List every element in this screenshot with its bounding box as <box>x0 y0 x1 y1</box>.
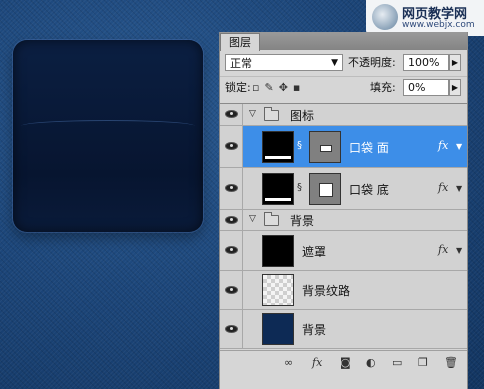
watermark-url: www.webjx.com <box>402 20 475 30</box>
blend-mode-select[interactable]: 正常 ▼ <box>225 54 343 71</box>
expand-effects-icon[interactable]: ▼ <box>456 246 462 255</box>
link-layers-icon[interactable]: ∞ <box>284 356 293 369</box>
layer-group-icons[interactable]: ▽ 图标 <box>220 104 467 126</box>
eye-icon[interactable] <box>225 184 238 192</box>
panel-tabbar: 图层 <box>220 32 467 51</box>
layer-background[interactable]: 背景 <box>220 310 467 349</box>
move-icon[interactable]: ✥ <box>279 81 293 94</box>
eye-icon[interactable] <box>225 216 238 224</box>
new-layer-icon[interactable]: ❐ <box>418 356 428 369</box>
triangle-down-icon[interactable]: ▽ <box>249 109 256 119</box>
new-group-icon[interactable]: ▭ <box>392 356 402 369</box>
layer-overlay-mask[interactable]: 遮罩 fx ▼ <box>220 231 467 271</box>
eye-cell <box>220 310 243 348</box>
blend-mode-value: 正常 <box>230 57 252 70</box>
eye-cell <box>220 231 243 270</box>
eye-cell <box>220 271 243 309</box>
eye-icon[interactable] <box>225 142 238 150</box>
layers-panel: 图层 正常 ▼ 不透明度: 100% ▶ 锁定: ▫✎✥▪ 填充: 0% ▶ ▽… <box>219 32 468 389</box>
layer-background-texture[interactable]: 背景纹路 <box>220 271 467 310</box>
layer-thumbnail <box>262 173 294 205</box>
blend-row: 正常 ▼ 不透明度: 100% ▶ <box>220 52 467 74</box>
tab-layers[interactable]: 图层 <box>220 33 260 51</box>
opacity-slider-button[interactable]: ▶ <box>449 54 461 71</box>
eye-cell <box>220 168 243 209</box>
layer-name: 图标 <box>290 109 315 123</box>
eye-icon[interactable] <box>225 110 238 118</box>
layer-name: 口袋 底 <box>349 183 389 197</box>
layer-mask-thumbnail[interactable] <box>309 173 341 205</box>
layer-name: 口袋 面 <box>349 141 389 155</box>
layers-bottom-bar: ∞ fx ◙ ◐ ▭ ❐ 🗑 <box>220 350 467 375</box>
layer-name: 背景 <box>290 214 315 228</box>
chain-link-icon[interactable]: § <box>297 140 302 151</box>
folder-icon <box>264 107 279 121</box>
chevron-down-icon: ▼ <box>331 58 338 68</box>
eye-cell <box>220 210 243 230</box>
fx-icon[interactable]: fx <box>438 243 448 256</box>
eye-cell <box>220 126 243 167</box>
pocket-seam <box>21 120 195 135</box>
chain-link-icon[interactable]: § <box>297 182 302 193</box>
lock-row: 锁定: ▫✎✥▪ 填充: 0% ▶ <box>220 76 467 99</box>
layer-name: 背景 <box>302 323 327 337</box>
layer-mask-thumbnail[interactable] <box>309 131 341 163</box>
layer-pocket-face[interactable]: § 口袋 面 fx ▼ <box>220 126 467 168</box>
layer-name: 背景纹路 <box>302 284 351 298</box>
watermark: 网页教学网 www.webjx.com <box>366 0 484 36</box>
lock-icons[interactable]: ▫✎✥▪ <box>252 81 305 94</box>
layer-name: 遮罩 <box>302 245 327 259</box>
delete-icon[interactable]: 🗑 <box>444 356 458 369</box>
layer-thumbnail-transparent <box>262 274 294 306</box>
adjustment-icon[interactable]: ◐ <box>366 356 376 369</box>
opacity-label: 不透明度: <box>348 56 396 69</box>
lock-label: 锁定: <box>225 81 251 94</box>
layer-thumbnail <box>262 131 294 163</box>
folder-icon <box>264 212 279 226</box>
lock-transparent-icon[interactable]: ▫ <box>252 81 264 94</box>
add-style-icon[interactable]: fx <box>312 356 322 369</box>
watermark-logo-icon <box>372 4 398 30</box>
fill-slider-button[interactable]: ▶ <box>449 79 461 96</box>
expand-effects-icon[interactable]: ▼ <box>456 184 462 193</box>
pocket-icon-canvas <box>13 40 203 232</box>
eye-icon[interactable] <box>225 246 238 254</box>
layer-pocket-base[interactable]: § 口袋 底 fx ▼ <box>220 168 467 210</box>
layer-group-background[interactable]: ▽ 背景 <box>220 210 467 231</box>
add-mask-icon[interactable]: ◙ <box>340 356 351 369</box>
layer-thumbnail <box>262 313 294 345</box>
fill-input[interactable]: 0% <box>403 79 449 96</box>
eye-icon[interactable] <box>225 325 238 333</box>
opacity-input[interactable]: 100% <box>403 54 449 71</box>
lock-icon[interactable]: ▪ <box>293 81 305 94</box>
expand-effects-icon[interactable]: ▼ <box>456 142 462 151</box>
fx-icon[interactable]: fx <box>438 181 448 194</box>
eye-cell <box>220 104 243 125</box>
fill-label: 填充: <box>370 81 396 94</box>
triangle-down-icon[interactable]: ▽ <box>249 214 256 224</box>
layer-thumbnail <box>262 235 294 267</box>
layers-list: ▽ 图标 § 口袋 面 fx ▼ § 口袋 底 fx ▼ ▽ 背景 遮罩 fx … <box>220 103 467 349</box>
brush-icon[interactable]: ✎ <box>264 81 278 94</box>
fx-icon[interactable]: fx <box>438 139 448 152</box>
eye-icon[interactable] <box>225 286 238 294</box>
